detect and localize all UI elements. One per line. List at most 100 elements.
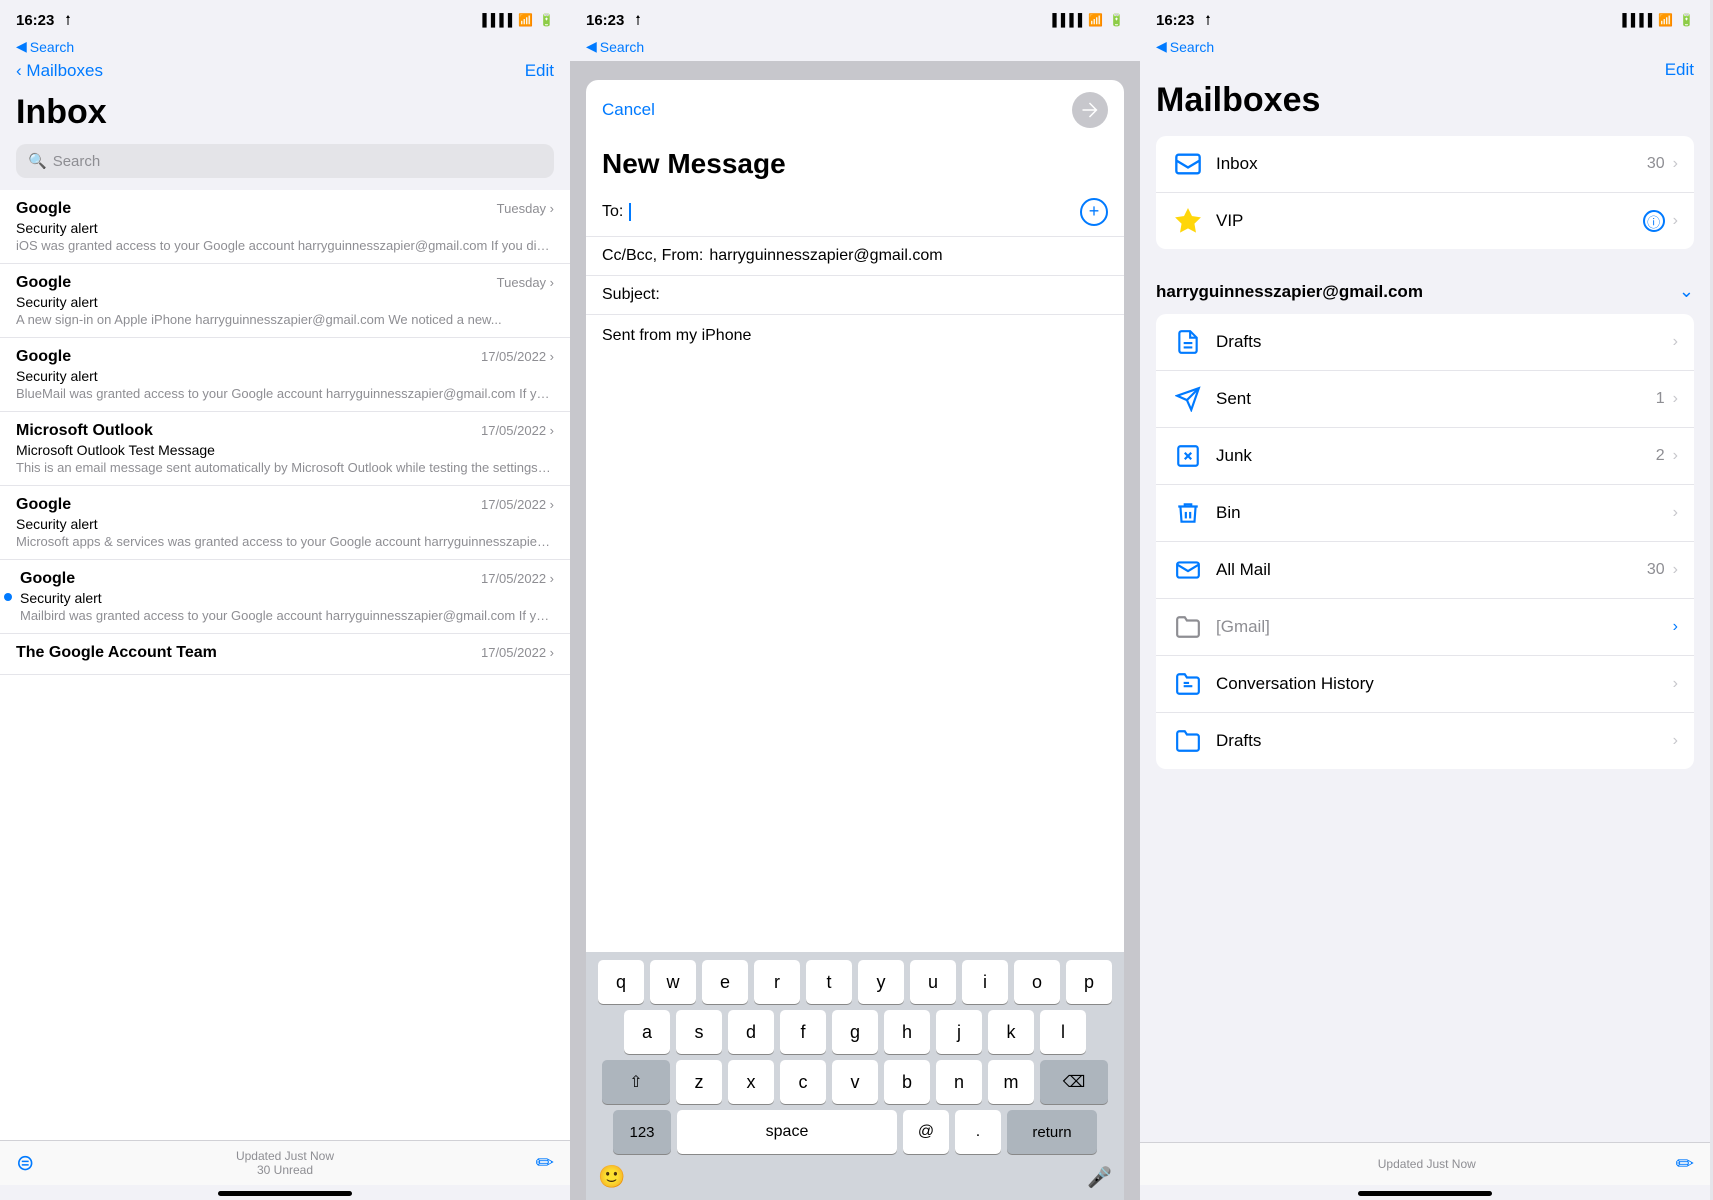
inbox-edit-button[interactable]: Edit	[525, 61, 554, 81]
mailbox-item-junk[interactable]: Junk 2 ›	[1156, 428, 1694, 485]
key-h[interactable]: h	[884, 1010, 930, 1054]
mailboxes-back-button[interactable]: ‹ Mailboxes	[16, 61, 103, 81]
key-q[interactable]: q	[598, 960, 644, 1004]
compose-sheet: Cancel New Message To: + Cc/Bcc, From: h…	[586, 80, 1124, 1200]
email-subject-2: Security alert	[16, 368, 554, 384]
battery-icon: 🔋	[539, 13, 554, 27]
inbox-icon	[1172, 148, 1204, 180]
compose-body[interactable]: Sent from my iPhone	[586, 315, 1124, 952]
mailbox-item-conversation-history[interactable]: Conversation History ›	[1156, 656, 1694, 713]
key-x[interactable]: x	[728, 1060, 774, 1104]
email-item-3[interactable]: Microsoft Outlook 17/05/2022 › Microsoft…	[0, 412, 570, 486]
key-k[interactable]: k	[988, 1010, 1034, 1054]
email-item-2[interactable]: Google 17/05/2022 › Security alert BlueM…	[0, 338, 570, 412]
inbox-nav-header: ‹ Mailboxes Edit	[0, 61, 570, 89]
emoji-key[interactable]: 🙂	[598, 1164, 625, 1190]
mailboxes-title: Mailboxes	[1140, 77, 1710, 136]
inbox-search-bar[interactable]: 🔍 Search	[16, 144, 554, 178]
filter-icon[interactable]: ⊜	[16, 1150, 34, 1176]
key-m[interactable]: m	[988, 1060, 1034, 1104]
time-compose: 16:23	[586, 12, 644, 29]
email-item-4[interactable]: Google 17/05/2022 › Security alert Micro…	[0, 486, 570, 560]
mailbox-item-folder-drafts[interactable]: Drafts ›	[1156, 713, 1694, 769]
email-preview-3: This is an email message sent automatica…	[16, 460, 554, 475]
signal-icon-mailboxes: ▐▐▐▐	[1618, 13, 1652, 27]
mailboxes-edit-button[interactable]: Edit	[1665, 60, 1694, 80]
email-preview-1: A new sign-in on Apple iPhone harryguinn…	[16, 312, 554, 327]
key-i[interactable]: i	[962, 960, 1008, 1004]
key-backspace[interactable]: ⌫	[1040, 1060, 1108, 1104]
key-c[interactable]: c	[780, 1060, 826, 1104]
key-space[interactable]: space	[677, 1110, 897, 1154]
bin-label: Bin	[1216, 503, 1673, 523]
key-at[interactable]: @	[903, 1110, 949, 1154]
key-y[interactable]: y	[858, 960, 904, 1004]
account-header[interactable]: harryguinnesszapier@gmail.com ⌄	[1140, 269, 1710, 314]
email-preview-2: BlueMail was granted access to your Goog…	[16, 386, 554, 401]
cc-from-row[interactable]: Cc/Bcc, From: harryguinnesszapier@gmail.…	[586, 237, 1124, 276]
key-s[interactable]: s	[676, 1010, 722, 1054]
key-n[interactable]: n	[936, 1060, 982, 1104]
keyboard-row-4: 123 space @ . return	[590, 1110, 1120, 1154]
key-numbers[interactable]: 123	[613, 1110, 671, 1154]
mailbox-item-inbox[interactable]: Inbox 30 ›	[1156, 136, 1694, 193]
key-z[interactable]: z	[676, 1060, 722, 1104]
mailbox-item-sent[interactable]: Sent 1 ›	[1156, 371, 1694, 428]
email-preview-0: iOS was granted access to your Google ac…	[16, 238, 554, 253]
key-d[interactable]: d	[728, 1010, 774, 1054]
email-item-5[interactable]: Google 17/05/2022 › Security alert Mailb…	[0, 560, 570, 634]
unread-indicator-5	[4, 593, 12, 601]
email-item-0[interactable]: Google Tuesday › Security alert iOS was …	[0, 190, 570, 264]
allmail-icon	[1172, 554, 1204, 586]
inbox-status: Updated Just Now 30 Unread	[236, 1149, 334, 1177]
cancel-button[interactable]: Cancel	[602, 100, 655, 120]
compose-icon-mailboxes[interactable]: ✏	[1676, 1151, 1694, 1177]
key-w[interactable]: w	[650, 960, 696, 1004]
email-item-1[interactable]: Google Tuesday › Security alert A new si…	[0, 264, 570, 338]
back-arrow-icon-mailboxes: ◀	[1156, 38, 1167, 55]
subject-row[interactable]: Subject:	[586, 276, 1124, 315]
back-link-inbox[interactable]: ◀ Search	[0, 36, 570, 61]
back-link-mailboxes[interactable]: ◀ Search	[1140, 36, 1710, 61]
email-subject-0: Security alert	[16, 220, 554, 236]
allmail-chevron-icon: ›	[1673, 561, 1678, 579]
key-j[interactable]: j	[936, 1010, 982, 1054]
key-f[interactable]: f	[780, 1010, 826, 1054]
compose-icon[interactable]: ✏	[536, 1150, 554, 1176]
email-item-6[interactable]: The Google Account Team 17/05/2022 ›	[0, 634, 570, 675]
back-link-compose[interactable]: ◀ Search	[570, 36, 1140, 61]
mailbox-item-drafts[interactable]: Drafts ›	[1156, 314, 1694, 371]
to-field-row[interactable]: To: +	[586, 188, 1124, 237]
send-button[interactable]	[1072, 92, 1108, 128]
key-b[interactable]: b	[884, 1060, 930, 1104]
email-sender-6: The Google Account Team	[16, 644, 217, 662]
compose-header-bar: Cancel	[586, 80, 1124, 136]
mic-key[interactable]: 🎤	[1087, 1165, 1112, 1190]
inbox-panel: 16:23 ▐▐▐▐ 📶 🔋 ◀ Search ‹ Mailboxes Edit…	[0, 0, 570, 1200]
key-p[interactable]: p	[1066, 960, 1112, 1004]
key-g[interactable]: g	[832, 1010, 878, 1054]
key-o[interactable]: o	[1014, 960, 1060, 1004]
account-expand-icon[interactable]: ⌄	[1679, 281, 1694, 302]
sent-icon	[1172, 383, 1204, 415]
time-mailboxes: 16:23	[1156, 12, 1214, 29]
keyboard-row-2: a s d f g h j k l	[590, 1010, 1120, 1054]
key-shift[interactable]: ⇧	[602, 1060, 670, 1104]
key-t[interactable]: t	[806, 960, 852, 1004]
key-v[interactable]: v	[832, 1060, 878, 1104]
mailbox-item-vip[interactable]: VIP ⓘ ›	[1156, 193, 1694, 249]
key-return[interactable]: return	[1007, 1110, 1097, 1154]
key-r[interactable]: r	[754, 960, 800, 1004]
mailbox-item-allmail[interactable]: All Mail 30 ›	[1156, 542, 1694, 599]
key-u[interactable]: u	[910, 960, 956, 1004]
key-e[interactable]: e	[702, 960, 748, 1004]
keyboard-row-1: q w e r t y u i o p	[590, 960, 1120, 1004]
mailbox-item-bin[interactable]: Bin ›	[1156, 485, 1694, 542]
add-recipient-button[interactable]: +	[1080, 198, 1108, 226]
vip-info-button[interactable]: ⓘ	[1643, 210, 1665, 232]
mailbox-item-gmail[interactable]: [Gmail] ›	[1156, 599, 1694, 656]
key-a[interactable]: a	[624, 1010, 670, 1054]
key-l[interactable]: l	[1040, 1010, 1086, 1054]
inbox-label: Inbox	[1216, 154, 1647, 174]
key-period[interactable]: .	[955, 1110, 1001, 1154]
